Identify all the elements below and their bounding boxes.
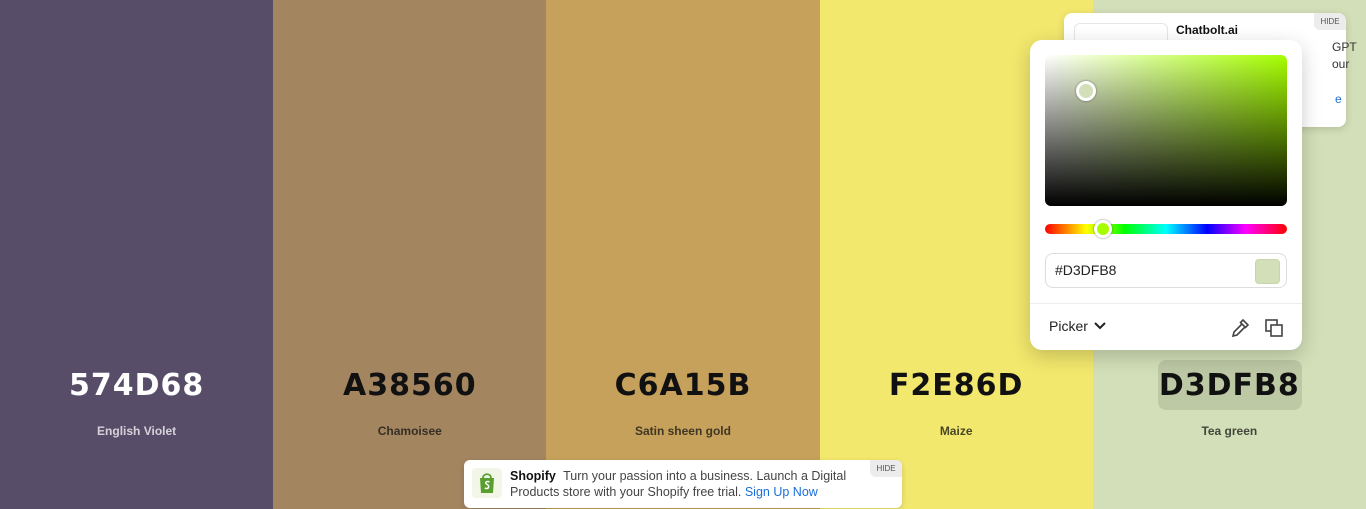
copy-icon[interactable] xyxy=(1264,318,1284,338)
shopping-bag-icon xyxy=(480,473,494,493)
picker-mode-label: Picker xyxy=(1049,318,1088,334)
swatch-hex[interactable]: D3DFB8 xyxy=(1093,364,1366,408)
divider xyxy=(1030,303,1302,304)
saturation-value-area[interactable] xyxy=(1045,55,1287,206)
hide-ad-button[interactable]: HIDE xyxy=(1314,13,1346,30)
swatch-satin-sheen-gold[interactable]: C6A15B Satin sheen gold xyxy=(546,0,820,509)
swatch-hex[interactable]: A38560 xyxy=(273,364,546,408)
swatch-hex[interactable]: 574D68 xyxy=(0,364,273,408)
eyedropper-icon[interactable] xyxy=(1230,318,1250,338)
ad-text: Shopify Turn your passion into a busines… xyxy=(510,468,870,500)
ad-text-fragment: GPT xyxy=(1332,40,1357,54)
hide-ad-button[interactable]: HIDE xyxy=(870,460,902,477)
hex-input[interactable]: #D3DFB8 xyxy=(1045,253,1287,288)
swatch-english-violet[interactable]: 574D68 English Violet xyxy=(0,0,274,509)
swatch-name: Maize xyxy=(939,424,973,438)
color-picker-popover: #D3DFB8 Picker xyxy=(1030,40,1302,350)
sign-up-link[interactable]: Sign Up Now xyxy=(745,485,818,499)
swatch-name: Tea green xyxy=(1201,424,1258,438)
swatch-hex[interactable]: C6A15B xyxy=(546,364,819,408)
swatch-chamoisee[interactable]: A38560 Chamoisee xyxy=(273,0,547,509)
ad-bottom[interactable]: Shopify Turn your passion into a busines… xyxy=(464,460,902,508)
swatch-name: Chamoisee xyxy=(377,424,442,438)
sv-handle[interactable] xyxy=(1076,81,1096,101)
swatch-hex[interactable]: F2E86D xyxy=(820,364,1093,408)
swatch-name: English Violet xyxy=(97,424,177,438)
swatch-name: Satin sheen gold xyxy=(634,424,731,438)
hue-handle[interactable] xyxy=(1094,220,1112,238)
ad-title[interactable]: Chatbolt.ai xyxy=(1176,23,1238,37)
ad-link-fragment[interactable]: e xyxy=(1335,92,1342,106)
shopify-logo[interactable] xyxy=(472,468,502,498)
ad-text-fragment: our xyxy=(1332,57,1350,71)
picker-mode-dropdown[interactable]: Picker xyxy=(1049,318,1106,334)
ad-brand[interactable]: Shopify xyxy=(510,469,556,483)
chevron-down-icon xyxy=(1094,322,1106,330)
hue-slider[interactable] xyxy=(1045,220,1287,238)
hex-input-value[interactable]: #D3DFB8 xyxy=(1055,254,1116,287)
color-preview-chip xyxy=(1255,259,1280,284)
